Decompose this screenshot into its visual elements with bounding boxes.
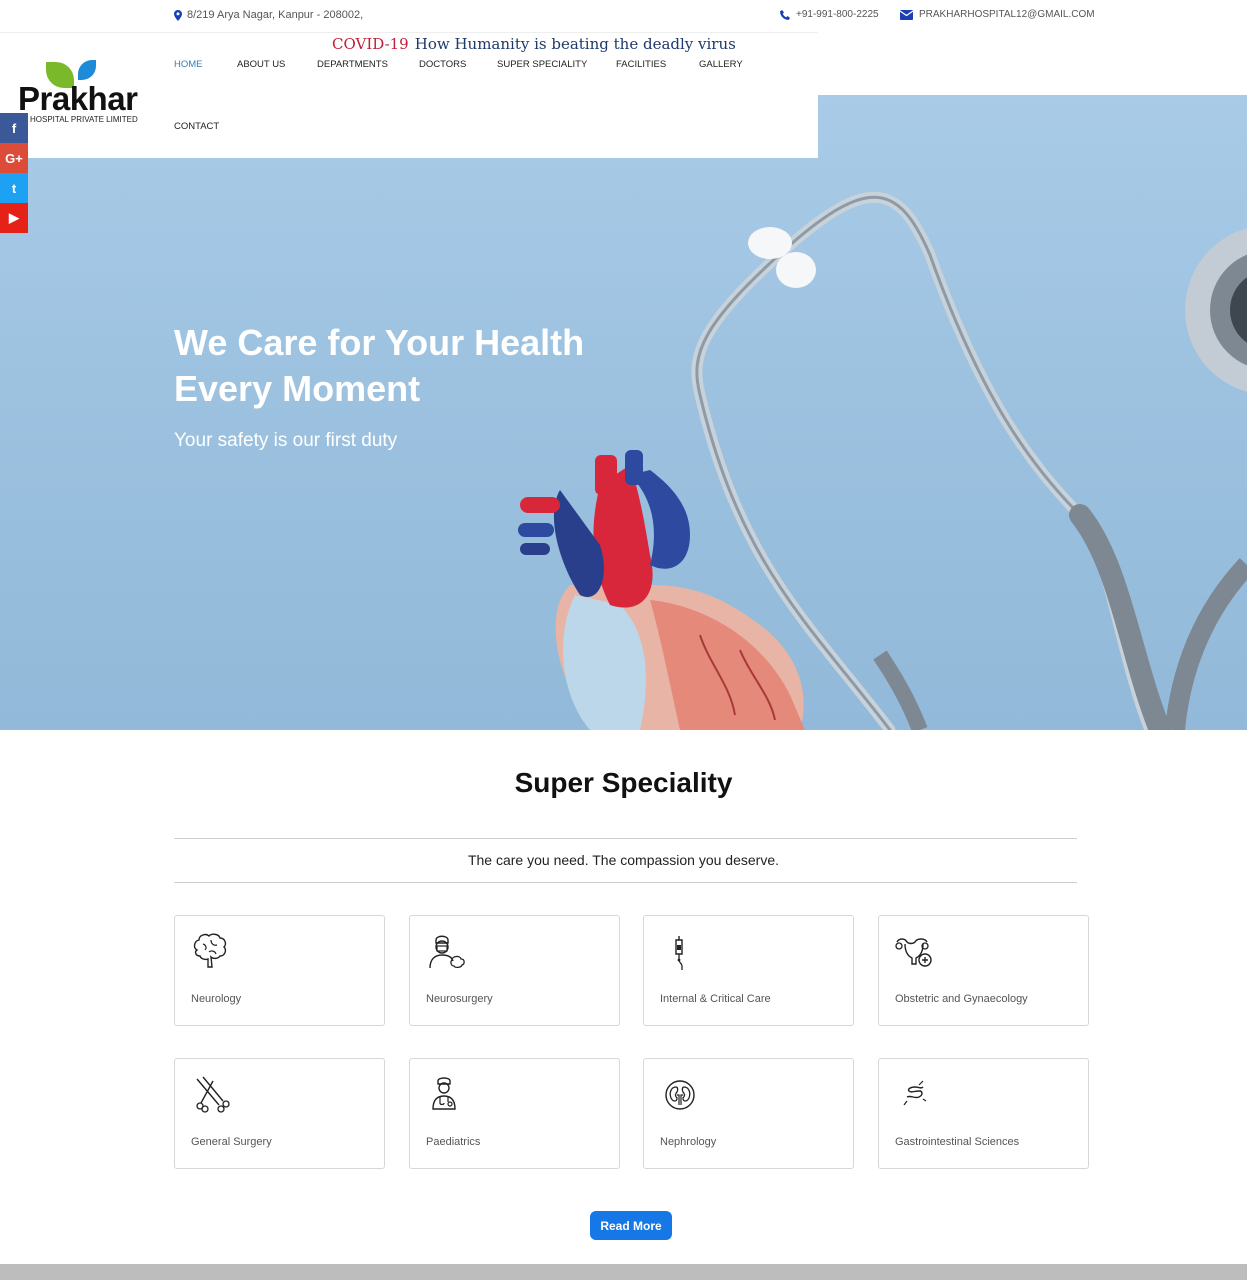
nav-super-speciality[interactable]: SUPER SPECIALITY bbox=[497, 59, 587, 70]
card-label: Neurology bbox=[191, 993, 242, 1005]
facebook-icon[interactable]: f bbox=[0, 113, 28, 143]
phone-text: +91-991-800-2225 bbox=[796, 9, 879, 20]
youtube-icon[interactable]: ▶ bbox=[0, 203, 28, 233]
card-label: Obstetric and Gynaecology bbox=[895, 993, 1028, 1005]
uterus-icon bbox=[895, 938, 932, 967]
section-title: Super Speciality bbox=[514, 767, 733, 798]
social-sidebar: f G+ t ▶ bbox=[0, 113, 28, 233]
speciality-card-neurosurgery[interactable]: Neurosurgery bbox=[409, 915, 620, 1026]
address-text: 8/219 Arya Nagar, Kanpur - 208002, bbox=[187, 9, 364, 21]
ticker-text: How Humanity is beating the deadly virus bbox=[414, 35, 736, 53]
card-label: General Surgery bbox=[191, 1136, 272, 1148]
card-label: Nephrology bbox=[660, 1136, 717, 1148]
card-label: Neurosurgery bbox=[426, 993, 493, 1005]
logo-leaf-blue bbox=[78, 60, 96, 80]
phone-icon bbox=[780, 9, 790, 20]
intestine-icon bbox=[903, 1080, 927, 1106]
hero-banner: We Care for Your Health Every Moment You… bbox=[0, 95, 1247, 730]
doctor-icon bbox=[432, 1077, 456, 1110]
google-plus-icon[interactable]: G+ bbox=[0, 143, 28, 173]
address: 8/219 Arya Nagar, Kanpur - 208002, bbox=[174, 9, 363, 21]
footer-strip bbox=[0, 1264, 1247, 1280]
email-text: PRAKHARHOSPITAL12@GMAIL.COM bbox=[919, 9, 1095, 20]
section-rule-top bbox=[174, 838, 1077, 839]
kidney-icon bbox=[665, 1080, 695, 1110]
speciality-card-internal-critical-care[interactable]: Internal & Critical Care bbox=[643, 915, 854, 1026]
nav-doctors[interactable]: DOCTORS bbox=[419, 59, 466, 70]
card-label: Paediatrics bbox=[426, 1136, 481, 1148]
news-ticker[interactable]: COVID-19 How Humanity is beating the dead… bbox=[332, 35, 736, 53]
surgeon-icon bbox=[429, 935, 465, 969]
speciality-card-nephrology[interactable]: Nephrology bbox=[643, 1058, 854, 1169]
logo[interactable]: Prakhar HOSPITAL PRIVATE LIMITED bbox=[18, 58, 168, 128]
hero-heading: We Care for Your Health Every Moment bbox=[174, 322, 585, 409]
nav-facilities[interactable]: FACILITIES bbox=[616, 59, 666, 70]
envelope-icon bbox=[900, 9, 913, 20]
phone[interactable]: +91-991-800-2225 bbox=[780, 9, 879, 20]
email[interactable]: PRAKHARHOSPITAL12@GMAIL.COM bbox=[900, 9, 1095, 20]
iv-drip-icon bbox=[675, 936, 683, 970]
nav-home[interactable]: HOME bbox=[174, 59, 203, 70]
speciality-card-paediatrics[interactable]: Paediatrics bbox=[409, 1058, 620, 1169]
twitter-icon[interactable]: t bbox=[0, 173, 28, 203]
speciality-card-neurology[interactable]: Neurology bbox=[174, 915, 385, 1026]
ticker-tag: COVID-19 bbox=[332, 35, 409, 53]
brain-icon bbox=[193, 933, 227, 968]
surgical-tools-icon bbox=[196, 1076, 230, 1113]
nav-about-us[interactable]: ABOUT US bbox=[237, 59, 285, 70]
read-more-button[interactable]: Read More bbox=[590, 1211, 672, 1240]
card-label: Gastrointestinal Sciences bbox=[895, 1136, 1020, 1148]
map-pin-icon bbox=[174, 9, 182, 21]
nav-departments[interactable]: DEPARTMENTS bbox=[317, 59, 388, 70]
speciality-card-gastrointestinal[interactable]: Gastrointestinal Sciences bbox=[878, 1058, 1089, 1169]
hero-tagline: Your safety is our first duty bbox=[174, 430, 398, 451]
logo-name: Prakhar bbox=[18, 80, 138, 117]
hero-stethoscope-heart-image bbox=[518, 191, 1247, 730]
top-info-bar: 8/219 Arya Nagar, Kanpur - 208002, +91-9… bbox=[0, 0, 1247, 32]
logo-subtitle: HOSPITAL PRIVATE LIMITED bbox=[30, 115, 138, 124]
card-label: Internal & Critical Care bbox=[660, 993, 771, 1005]
speciality-card-obstetric-gynaecology[interactable]: Obstetric and Gynaecology bbox=[878, 915, 1089, 1026]
nav-contact[interactable]: CONTACT bbox=[174, 121, 219, 132]
section-rule-bottom bbox=[174, 882, 1077, 883]
section-subtitle: The care you need. The compassion you de… bbox=[467, 852, 780, 868]
nav-gallery[interactable]: GALLERY bbox=[699, 59, 743, 70]
speciality-card-general-surgery[interactable]: General Surgery bbox=[174, 1058, 385, 1169]
